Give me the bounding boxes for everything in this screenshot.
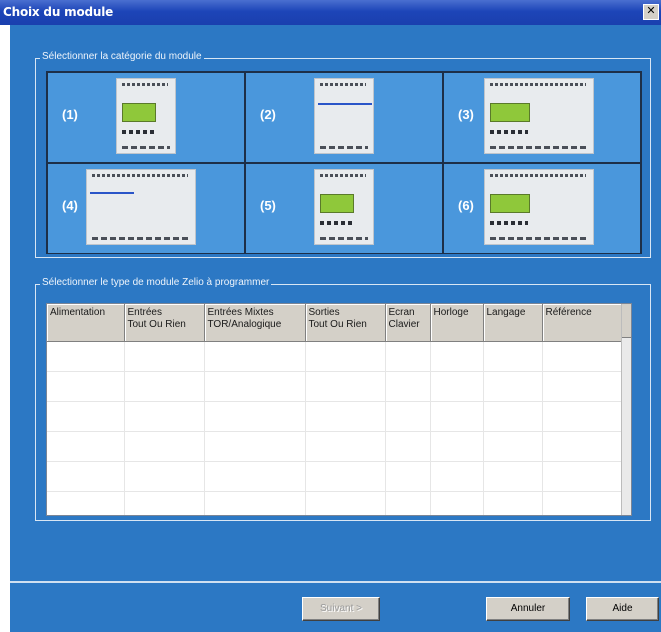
col-header-langage[interactable]: Langage <box>483 304 543 342</box>
category-4[interactable]: (4) <box>48 164 244 253</box>
table-row[interactable] <box>47 491 624 515</box>
help-button[interactable]: Aide <box>586 597 659 621</box>
col-header-reference[interactable]: Référence <box>542 304 624 342</box>
table-row[interactable] <box>47 341 624 372</box>
module-image <box>314 169 374 245</box>
table-row[interactable] <box>47 401 624 432</box>
category-1[interactable]: (1) <box>48 73 244 162</box>
col-header-alimentation[interactable]: Alimentation <box>47 304 125 342</box>
footer-separator <box>10 581 661 583</box>
window-title: Choix du module <box>3 5 114 19</box>
category-groupbox: Sélectionner la catégorie du module (1) … <box>35 51 651 258</box>
category-6[interactable]: (6) <box>444 164 640 253</box>
table-row[interactable] <box>47 371 624 402</box>
category-group-legend: Sélectionner la catégorie du module <box>40 51 204 62</box>
col-header-ecran-clavier[interactable]: Ecran Clavier <box>385 304 431 342</box>
title-bar[interactable]: Choix du module ✕ <box>0 0 661 25</box>
module-table: Alimentation Entrées Tout Ou Rien Entrée… <box>46 303 632 516</box>
col-header-entrees-tor[interactable]: Entrées Tout Ou Rien <box>124 304 205 342</box>
category-label: (4) <box>62 198 78 213</box>
category-label: (1) <box>62 107 78 122</box>
col-header-entrees-mixtes[interactable]: Entrées Mixtes TOR/Analogique <box>204 304 306 342</box>
table-header-row: Alimentation Entrées Tout Ou Rien Entrée… <box>47 304 624 342</box>
category-3[interactable]: (3) <box>444 73 640 162</box>
close-button[interactable]: ✕ <box>643 4 659 20</box>
table-row[interactable] <box>47 431 624 462</box>
category-label: (6) <box>458 198 474 213</box>
col-header-horloge[interactable]: Horloge <box>430 304 484 342</box>
module-type-groupbox: Sélectionner le type de module Zelio à p… <box>35 277 651 521</box>
category-grid: (1) (2) (3) (4) (5) (6) <box>46 71 642 254</box>
next-button[interactable]: Suivant > <box>302 597 380 621</box>
dialog-body: Sélectionner la catégorie du module (1) … <box>10 25 661 632</box>
module-image <box>314 78 374 154</box>
close-icon: ✕ <box>646 5 656 17</box>
vertical-scrollbar[interactable] <box>621 304 631 515</box>
scrollbar-header-corner <box>622 304 631 338</box>
dialog-window: Choix du module ✕ Sélectionner la catégo… <box>0 0 661 632</box>
category-5[interactable]: (5) <box>246 164 442 253</box>
module-image <box>86 169 196 245</box>
module-type-group-legend: Sélectionner le type de module Zelio à p… <box>40 277 272 288</box>
category-label: (2) <box>260 107 276 122</box>
category-2[interactable]: (2) <box>246 73 442 162</box>
module-image <box>484 169 594 245</box>
category-label: (3) <box>458 107 474 122</box>
module-image <box>116 78 176 154</box>
col-header-sorties-tor[interactable]: Sorties Tout Ou Rien <box>305 304 386 342</box>
module-image <box>484 78 594 154</box>
cancel-button[interactable]: Annuler <box>486 597 570 621</box>
table-row[interactable] <box>47 461 624 492</box>
category-label: (5) <box>260 198 276 213</box>
